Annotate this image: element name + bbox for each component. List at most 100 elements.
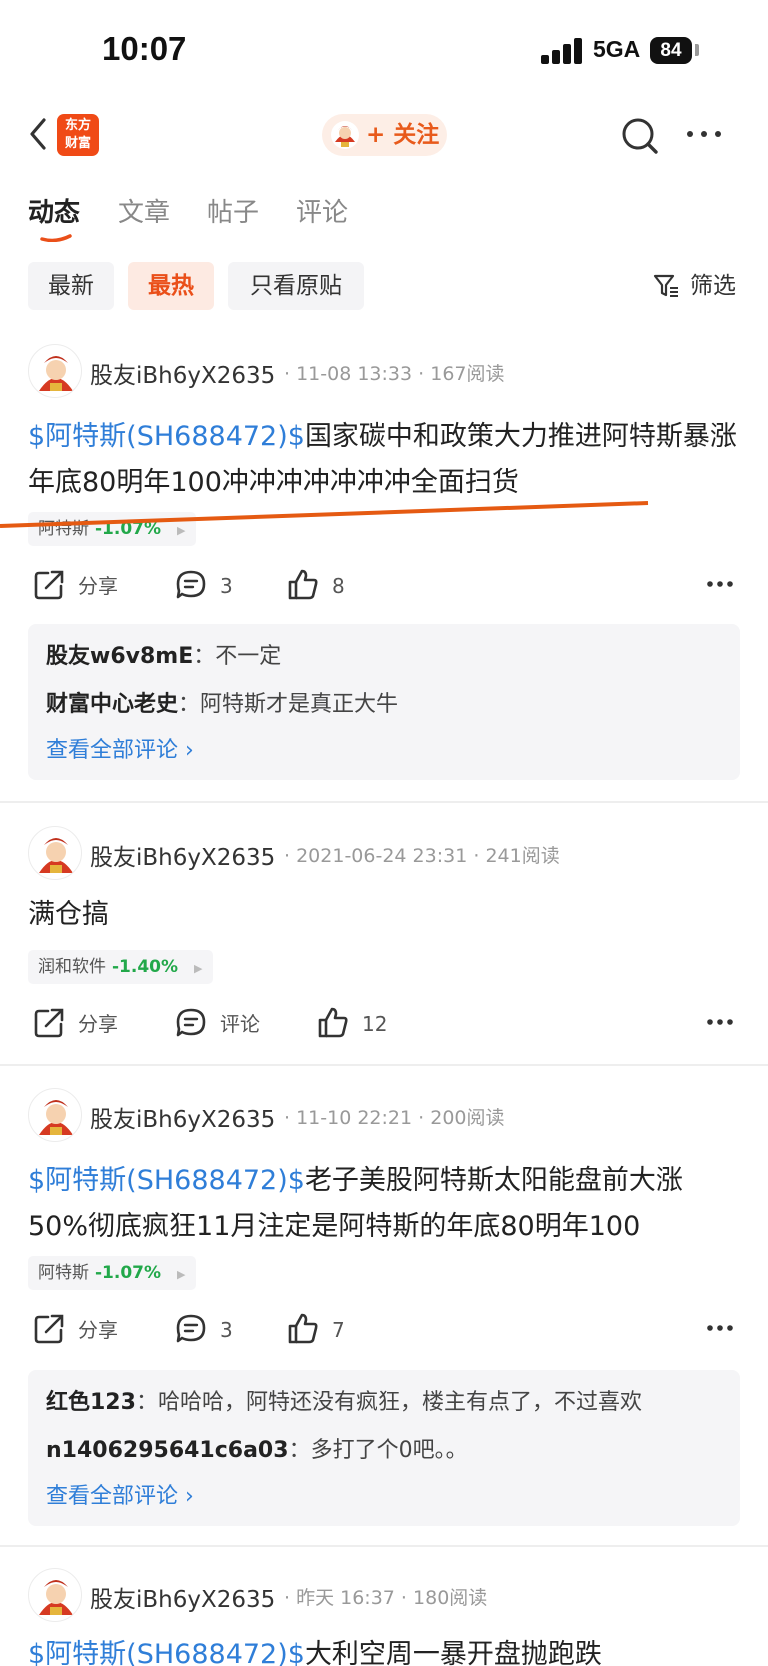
post-content[interactable]: $阿特斯(SH688472)$国家碳中和政策大力推进阿特斯暴涨年底80明年100… [28,414,740,506]
post-time: 11-08 13:33 [296,363,413,385]
user-avatar[interactable] [28,1568,82,1622]
tab-comments[interactable]: 评论 [296,192,348,229]
comment-count: 3 [220,574,233,598]
username[interactable]: 股友iBh6yX2635 [90,1100,275,1134]
stock-chip[interactable]: 润和软件 -1.40% ▶ [28,950,213,984]
filter-latest[interactable]: 最新 [28,262,114,310]
username[interactable]: 股友iBh6yX2635 [90,356,275,390]
user-avatar[interactable] [28,1088,82,1142]
app-logo: 东方 财富 [57,114,99,156]
stock-chip[interactable]: 阿特斯 -1.07% ▶ [28,1256,196,1290]
annotation-line [0,501,649,528]
more-icon[interactable] [706,578,734,590]
post-content[interactable]: $阿特斯(SH688472)$老子美股阿特斯太阳能盘前大涨50%彻底疯狂11月注… [28,1158,740,1250]
more-options-icon[interactable] [684,124,724,144]
divider [0,1545,768,1547]
like-count: 12 [362,1012,388,1036]
thumbs-up-icon [318,1007,348,1038]
comment-item[interactable]: n1406295641c6a03：多打了个0吧。。 [46,1432,468,1464]
search-icon[interactable] [618,114,662,158]
divider [0,1064,768,1066]
post-time: 昨天 16:37 [296,1587,395,1609]
tab-articles[interactable]: 文章 [118,192,170,229]
post-time: 2021-06-24 23:31 [296,845,468,867]
status-time: 10:07 [102,30,187,67]
back-icon[interactable] [20,112,60,156]
caishen-avatar-icon [39,1100,73,1135]
comment-preview: 股友w6v8mE：不一定 财富中心老史：阿特斯才是真正大牛 查看全部评论 › [28,624,740,780]
active-tab-indicator [40,234,72,242]
comment-text: 哈哈哈，阿特还没有疯狂，楼主有点了，不过喜欢 [157,1390,642,1415]
post-header: 股友iBh6yX2635 · 11-10 22:21 · 200阅读 [28,1088,748,1144]
see-all-comments-link[interactable]: 查看全部评论 › [46,1478,194,1510]
post-meta: · 2021-06-24 23:31 · 241阅读 [284,845,560,867]
share-icon [34,1314,64,1344]
post-actions: 分享 3 8 [0,564,768,608]
more-icon[interactable] [706,1016,734,1028]
post-time: 11-10 22:21 [296,1107,413,1129]
stock-tag-link[interactable]: $阿特斯(SH688472)$ [28,421,305,452]
chevron-right-icon: ▶ [177,1268,186,1281]
comment-icon [176,1314,206,1343]
stock-tag-link[interactable]: $阿特斯(SH688472)$ [28,1165,305,1196]
comment-item[interactable]: 股友w6v8mE：不一定 [46,638,281,670]
filter-original-only[interactable]: 只看原贴 [228,262,364,310]
comment-author: 股友w6v8mE [46,644,194,669]
comment-icon [176,1008,206,1037]
comment-author: 红色123 [46,1390,136,1415]
like-count: 8 [332,574,345,598]
comment-item[interactable]: 财富中心老史：阿特斯才是真正大牛 [46,686,398,718]
profile-tabs: 动态 文章 帖子 评论 [0,186,768,244]
stock-name: 润和软件 [38,957,106,977]
battery-icon: 84 [650,37,692,64]
filter-hot[interactable]: 最热 [128,262,214,310]
tab-dynamic[interactable]: 动态 [28,192,80,229]
comment-item[interactable]: 红色123：哈哈哈，阿特还没有疯狂，楼主有点了，不过喜欢 [46,1384,642,1416]
follow-button[interactable]: + 关注 [322,114,447,156]
post-meta: · 昨天 16:37 · 180阅读 [284,1587,488,1609]
like-count: 7 [332,1318,345,1342]
more-icon[interactable] [706,1322,734,1334]
read-count: 200阅读 [430,1107,505,1129]
thumbs-up-icon [288,569,318,600]
comment-label: 评论 [220,1012,260,1036]
logo-text-bottom: 财富 [64,136,91,151]
read-count: 241阅读 [485,845,560,867]
user-avatar-icon [331,121,359,149]
post-meta: · 11-10 22:21 · 200阅读 [284,1107,505,1129]
tab-posts[interactable]: 帖子 [207,192,259,229]
post-text: 满仓搞 [28,899,109,930]
share-icon [34,1008,64,1038]
divider [0,801,768,803]
comment-icon [176,570,206,599]
network-type: 5GA [593,36,641,62]
comment-count: 3 [220,1318,233,1342]
user-avatar[interactable] [28,826,82,880]
post-text: 大利空周一暴开盘抛跑跌 [304,1639,602,1666]
status-bar: 10:07 5GA 84 [0,0,768,96]
follow-label: + 关注 [366,122,440,148]
chevron-right-icon: ▶ [194,962,203,975]
share-label: 分享 [78,1318,118,1342]
read-count: 167阅读 [430,363,505,385]
stock-change: -1.40% [112,957,179,977]
stock-tag-link[interactable]: $阿特斯(SH688472)$ [28,1639,305,1666]
caishen-avatar-icon [39,1580,73,1615]
comment-preview: 红色123：哈哈哈，阿特还没有疯狂，楼主有点了，不过喜欢 n1406295641… [28,1370,740,1526]
user-avatar[interactable] [28,344,82,398]
post-content[interactable]: $阿特斯(SH688472)$大利空周一暴开盘抛跑跌 [28,1632,740,1666]
comment-text: 多打了个0吧。。 [310,1438,468,1463]
see-all-comments-link[interactable]: 查看全部评论 › [46,732,194,764]
thumbs-up-icon [288,1313,318,1344]
stock-name: 阿特斯 [38,1263,89,1283]
comment-text: 不一定 [215,644,282,669]
caishen-avatar-icon [39,356,73,391]
post-header: 股友iBh6yX2635 · 11-08 13:33 · 167阅读 [28,344,748,400]
read-count: 180阅读 [413,1587,488,1609]
post-content[interactable]: 满仓搞 [28,892,740,938]
filter-icon [653,274,678,297]
username[interactable]: 股友iBh6yX2635 [90,1580,275,1614]
comment-author: 财富中心老史 [46,692,179,717]
username[interactable]: 股友iBh6yX2635 [90,838,275,872]
nav-bar: 东方 财富 + 关注 [0,100,768,172]
